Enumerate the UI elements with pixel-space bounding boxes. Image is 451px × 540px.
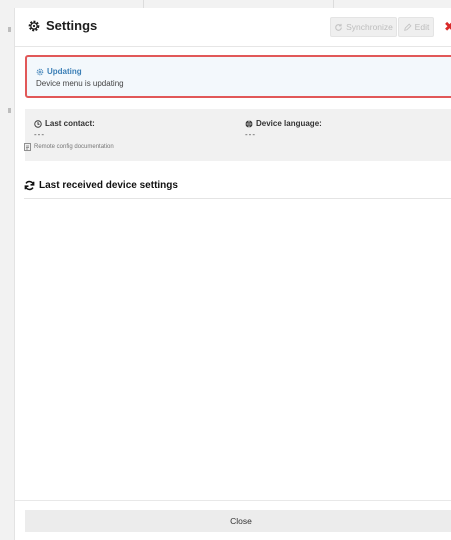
refresh-icon: [335, 23, 342, 31]
gear-icon: [36, 68, 44, 75]
last-contact-label: Last contact:: [34, 119, 95, 128]
alert-message: Device menu is updating: [36, 79, 124, 88]
backdrop-marker: [8, 27, 11, 32]
device-language-value: ---: [245, 130, 256, 139]
remote-config-doc-link[interactable]: Remote config documentation: [24, 143, 114, 151]
gear-icon: [28, 20, 40, 32]
clock-icon: [34, 119, 42, 128]
last-contact-value: ---: [34, 130, 45, 139]
device-language-label: Device language:: [245, 119, 322, 128]
section-divider: [24, 198, 451, 199]
dialog-header: Settings Synchronize Edit ✖: [15, 8, 451, 47]
footer-divider: [15, 500, 451, 501]
alert-title: Updating: [36, 67, 82, 76]
section-heading-text: Last received device settings: [39, 180, 178, 191]
pencil-icon: [403, 22, 412, 31]
backdrop-divider: [143, 0, 144, 8]
last-contact-label-text: Last contact:: [45, 119, 95, 128]
dialog-title: Settings: [46, 18, 98, 33]
settings-dialog: Settings Synchronize Edit ✖ Updating Dev…: [14, 8, 451, 540]
device-language-label-text: Device language:: [256, 119, 322, 128]
backdrop-divider: [333, 0, 334, 8]
section-heading: Last received device settings: [24, 180, 178, 191]
synchronize-button[interactable]: Synchronize: [330, 17, 397, 37]
device-info-panel: Last contact: --- Device language: ---: [25, 109, 451, 161]
alert-title-text: Updating: [47, 67, 82, 76]
edit-label: Edit: [414, 22, 430, 32]
synchronize-label: Synchronize: [346, 22, 393, 32]
close-button[interactable]: Close: [25, 510, 451, 532]
close-icon[interactable]: ✖: [444, 17, 451, 37]
backdrop-marker: [8, 108, 11, 113]
status-alert: Updating Device menu is updating: [25, 55, 451, 98]
doc-link-label: Remote config documentation: [34, 144, 114, 150]
edit-button[interactable]: Edit: [398, 17, 434, 37]
refresh-icon: [24, 180, 35, 191]
document-icon: [24, 143, 31, 151]
globe-icon: [245, 119, 253, 128]
